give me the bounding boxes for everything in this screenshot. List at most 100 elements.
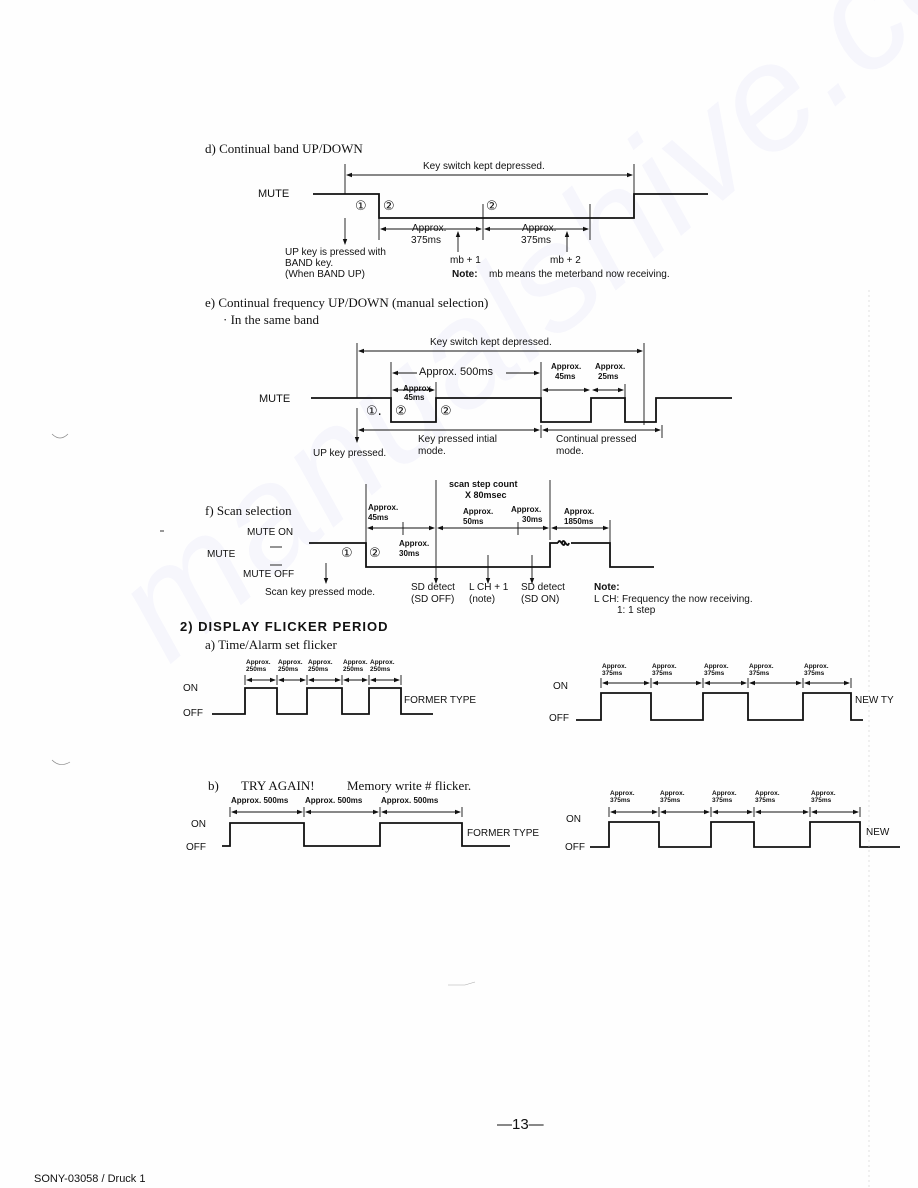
marker-1-f: ① <box>341 546 353 561</box>
sd-on-label: (SD ON) <box>521 594 560 605</box>
document-footer: SONY-03058 / Druck 1 <box>34 1173 146 1185</box>
up-key-note-d: BAND key. <box>285 258 334 269</box>
approx-value: 25ms <box>598 372 619 381</box>
binder-hole-mark <box>51 433 69 439</box>
document-page: manualshive.com d) Continual band UP/DOW… <box>0 0 918 1188</box>
on-label: ON <box>566 814 581 825</box>
new-type-label-b: NEW <box>866 827 890 838</box>
mute-off-label: MUTE OFF <box>243 569 295 580</box>
sd-off-label: (SD OFF) <box>411 594 455 605</box>
mb-plus-1: mb + 1 <box>450 255 481 266</box>
on-label: ON <box>553 681 568 692</box>
timing-diagrams <box>51 164 900 1188</box>
up-key-note-d: UP key is pressed with <box>285 247 386 258</box>
approx-value: 30ms <box>399 549 420 558</box>
continual-mode-label: mode. <box>556 446 584 457</box>
page-number: —13— <box>497 1116 544 1133</box>
sd-off-label: SD detect <box>411 582 455 593</box>
mute-on-label: MUTE ON <box>247 527 294 538</box>
section-2a-title: a) Time/Alarm set flicker <box>205 637 337 652</box>
note-label-d: Note: <box>452 269 478 280</box>
period-label-new-b: Approx. 375ms <box>811 790 836 805</box>
approx-label: Approx. <box>368 503 399 512</box>
scan-step-label: scan step count <box>449 479 518 489</box>
period-label-new-b: Approx. 375ms <box>712 790 737 805</box>
period-label-former-b: Approx. 500ms <box>231 796 289 805</box>
period-label-former-b: Approx. 500ms <box>305 796 363 805</box>
marker-2-d-second: ② <box>486 199 498 214</box>
try-again-title: TRY AGAIN! <box>241 778 315 793</box>
approx-label: Approx. <box>399 539 430 548</box>
on-label: ON <box>191 819 206 830</box>
diagram-f <box>270 480 654 584</box>
off-label: OFF <box>549 713 569 724</box>
section-f-title: f) Scan selection <box>205 503 292 518</box>
approx-value: 375ms <box>411 235 442 246</box>
sd-on-label: SD detect <box>521 582 565 593</box>
period-label-former-b: Approx. 500ms <box>381 796 439 805</box>
approx-label: Approx. <box>564 507 595 516</box>
period-label-former-a: Approx. 250ms <box>278 659 303 674</box>
section-e-title: e) Continual frequency UP/DOWN (manual s… <box>205 295 489 310</box>
initial-mode-label: Key pressed intial <box>418 434 497 445</box>
approx-value: 375ms <box>521 235 552 246</box>
approx-value: 1850ms <box>564 517 594 526</box>
approx-label: Approx. <box>551 362 582 371</box>
scan-speck <box>448 981 476 986</box>
continual-mode-label: Continual pressed <box>556 434 637 445</box>
period-label-new-a: Approx. 375ms <box>804 663 829 678</box>
scan-key-label: Scan key pressed mode. <box>265 587 376 598</box>
initial-mode-label: mode. <box>418 446 446 457</box>
approx-label: Approx. <box>412 223 447 234</box>
note-label-f: Note: <box>594 582 620 593</box>
marker-2-e-second: ② <box>440 404 452 419</box>
former-type-label-a: FORMER TYPE <box>404 695 477 706</box>
approx-label: Approx. <box>463 507 494 516</box>
up-key-label-e: UP key pressed. <box>313 448 387 459</box>
key-switch-label-e: Key switch kept depressed. <box>430 337 552 348</box>
off-label: OFF <box>565 842 585 853</box>
approx-label: Approx. <box>522 223 557 234</box>
mb-plus-2: mb + 2 <box>550 255 581 266</box>
period-label-new-a: Approx. 375ms <box>749 663 774 678</box>
note-text-d: mb means the meterband now receiving. <box>489 269 670 280</box>
display-flicker-heading: 2) DISPLAY FLICKER PERIOD <box>180 619 389 634</box>
up-key-note-d: (When BAND UP) <box>285 269 366 280</box>
period-label-new-b: Approx. 375ms <box>660 790 685 805</box>
period-label-new-b: Approx. 375ms <box>610 790 635 805</box>
binder-hole-mark <box>51 759 71 765</box>
note-text-f: L CH: Frequency the now receiving. <box>594 594 753 605</box>
new-type-label-a: NEW TY <box>855 695 894 706</box>
period-label-former-a: Approx. 250ms <box>308 659 333 674</box>
diagram-2b-new <box>590 821 900 848</box>
mute-waveform-d <box>313 193 708 219</box>
period-label-former-a: Approx. 250ms <box>370 659 395 674</box>
section-d-title: d) Continual band UP/DOWN <box>205 141 363 156</box>
mute-label-f: MUTE <box>207 549 236 560</box>
diagram-2a-former <box>212 687 433 715</box>
approx-value: 45ms <box>368 513 389 522</box>
approx-500ms: Approx. 500ms <box>419 366 493 378</box>
approx-label: Approx. <box>511 505 542 514</box>
marker-1-e: ①. <box>366 404 382 419</box>
period-label-former-a: Approx. 250ms <box>343 659 368 674</box>
period-label-new-a: Approx. 375ms <box>652 663 677 678</box>
period-label-former-a: Approx. 250ms <box>246 659 271 674</box>
marker-2-d: ② <box>383 199 395 214</box>
period-label-new-a: Approx. 375ms <box>704 663 729 678</box>
mute-label-e: MUTE <box>259 393 291 405</box>
former-type-label-b: FORMER TYPE <box>467 828 540 839</box>
marker-2-e: ② <box>395 404 407 419</box>
note-text-f: 1: 1 step <box>617 605 656 616</box>
memory-write-title: Memory write # flicker. <box>347 778 472 793</box>
approx-value: 30ms <box>522 515 543 524</box>
marker-2-f: ② <box>369 546 381 561</box>
section-2b-prefix: b) <box>208 778 219 793</box>
approx-value: 45ms <box>404 393 425 402</box>
key-switch-label-d: Key switch kept depressed. <box>423 161 545 172</box>
lch-label: (note) <box>469 594 496 605</box>
mute-label-d: MUTE <box>258 188 290 200</box>
off-label: OFF <box>186 842 206 853</box>
period-label-new-b: Approx. 375ms <box>755 790 780 805</box>
period-label-new-a: Approx. 375ms <box>602 663 627 678</box>
